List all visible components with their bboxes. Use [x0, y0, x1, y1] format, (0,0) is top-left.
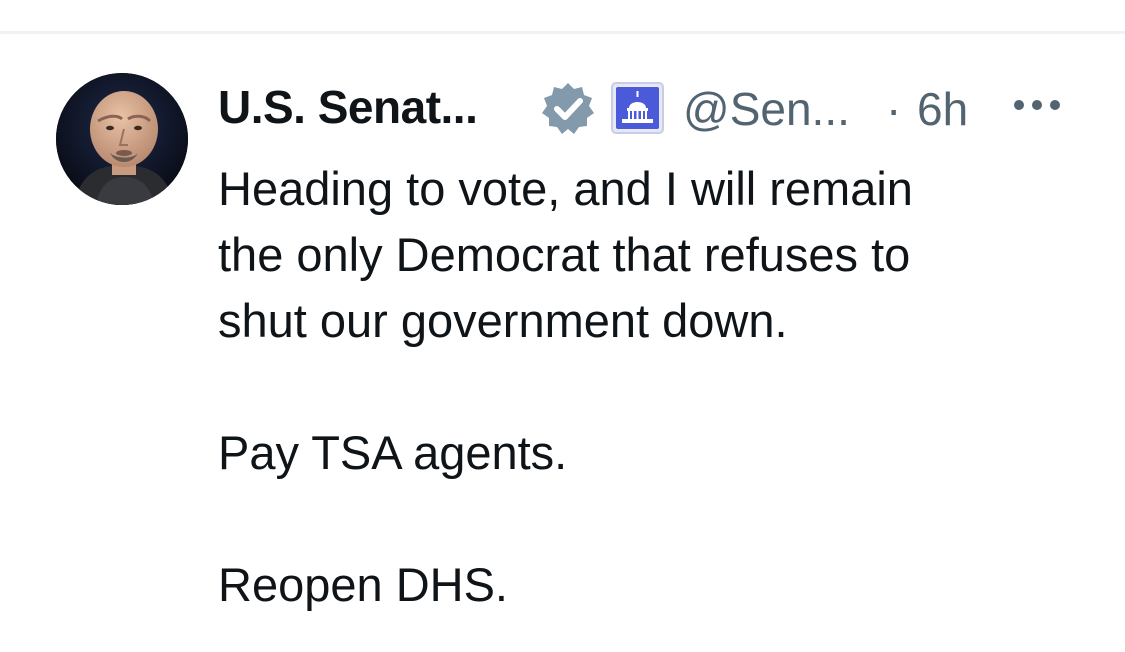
- author-display-name[interactable]: U.S. Senat...: [218, 80, 478, 134]
- tweet-header: U.S. Senat... @Sen... · 6h: [218, 78, 1078, 136]
- tweet-text-line: shut our government down.: [218, 294, 788, 347]
- author-handle[interactable]: @Sen...: [683, 82, 850, 136]
- avatar[interactable]: [56, 73, 188, 205]
- more-options-icon[interactable]: [1011, 92, 1063, 118]
- capitol-dome-icon[interactable]: [611, 82, 664, 134]
- tweet-card[interactable]: U.S. Senat... @Sen... · 6h Heading to vo…: [0, 34, 1125, 652]
- timestamp[interactable]: 6h: [917, 82, 968, 136]
- tweet-text: Heading to vote, and I will remain the o…: [218, 156, 1078, 618]
- separator-dot: ·: [886, 83, 902, 135]
- tweet-text-line: Reopen DHS.: [218, 558, 508, 611]
- tweet-text-line: the only Democrat that refuses to: [218, 228, 911, 281]
- tweet-text-line: Pay TSA agents.: [218, 426, 568, 479]
- tweet-text-line: Heading to vote, and I will remain: [218, 162, 913, 215]
- verified-badge-icon[interactable]: [541, 81, 595, 135]
